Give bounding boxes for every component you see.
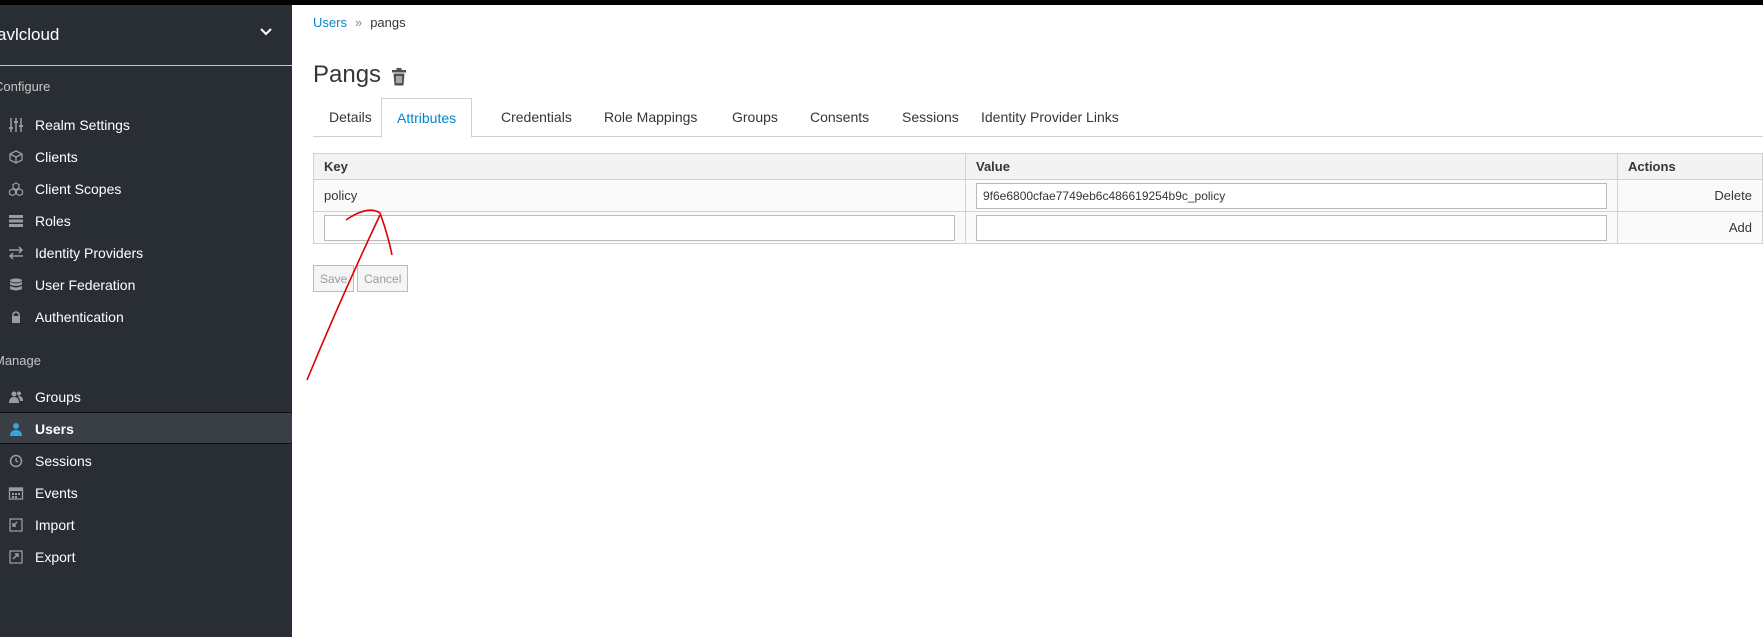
sidebar-item-users[interactable]: Users	[0, 412, 292, 444]
sidebar-item-label: Clients	[35, 149, 78, 165]
table-header-row: Key Value Actions	[313, 153, 1763, 180]
sidebar-item-label: Export	[35, 549, 76, 565]
sidebar-item-label: Import	[35, 517, 75, 533]
chevron-down-icon	[260, 28, 272, 36]
tab-attributes[interactable]: Attributes	[381, 98, 473, 138]
sidebar-item-sessions[interactable]: Sessions	[0, 445, 292, 477]
new-value-cell	[965, 211, 1618, 244]
attribute-value-cell	[965, 179, 1618, 212]
sidebar-item-client-scopes[interactable]: Client Scopes	[0, 173, 292, 205]
breadcrumb-users-link[interactable]: Users	[313, 15, 347, 30]
sidebar-item-user-federation[interactable]: User Federation	[0, 269, 292, 301]
user-tabs: Details Attributes Credentials Role Mapp…	[313, 98, 1763, 138]
list-icon	[9, 215, 23, 227]
realm-name: avlcloud	[0, 25, 60, 44]
sidebar-item-label: Events	[35, 485, 78, 501]
sidebar-item-label: User Federation	[35, 277, 136, 293]
new-key-cell	[313, 211, 966, 244]
tab-identity-provider-links[interactable]: Identity Provider Links	[981, 98, 1119, 137]
manage-section-label: Manage	[0, 353, 41, 368]
attribute-value-input[interactable]	[976, 182, 1607, 209]
tab-sessions[interactable]: Sessions	[902, 98, 959, 137]
sidebar-item-events[interactable]: Events	[0, 477, 292, 509]
sidebar-item-identity-providers[interactable]: Identity Providers	[0, 237, 292, 269]
column-header-value: Value	[965, 153, 1618, 180]
calendar-icon	[8, 487, 24, 500]
configure-section-label: Configure	[0, 79, 51, 94]
column-header-key: Key	[313, 153, 966, 180]
save-button[interactable]: Save	[313, 265, 355, 292]
add-attribute-button[interactable]: Add	[1617, 211, 1763, 244]
cancel-button[interactable]: Cancel	[357, 265, 409, 292]
breadcrumb: Users » pangs	[313, 15, 406, 30]
table-row-new: Add	[313, 211, 1763, 244]
clock-icon	[9, 454, 23, 468]
sidebar: avlcloud Configure Realm Settings Client…	[0, 5, 292, 637]
export-icon	[9, 550, 23, 564]
tab-details[interactable]: Details	[329, 98, 372, 137]
user-icon	[10, 423, 22, 436]
attribute-key-cell: policy	[313, 179, 966, 212]
column-header-actions: Actions	[1617, 153, 1763, 180]
main-content: Users » pangs Pangs Details Attributes Cre…	[292, 5, 1763, 637]
lock-icon	[12, 311, 20, 323]
table-row: policy Delete	[313, 179, 1763, 212]
sidebar-item-label: Client Scopes	[35, 181, 122, 197]
sidebar-item-import[interactable]: Import	[0, 509, 292, 541]
sidebar-item-clients[interactable]: Clients	[0, 141, 292, 173]
breadcrumb-separator: »	[354, 15, 363, 30]
sliders-icon	[9, 118, 23, 132]
attributes-table: Key Value Actions policy Delete Add	[313, 153, 1763, 244]
sidebar-item-label: Sessions	[35, 453, 92, 469]
sidebar-item-label: Roles	[35, 213, 71, 229]
trash-icon[interactable]	[391, 68, 407, 86]
exchange-icon	[8, 246, 24, 260]
sidebar-item-authentication[interactable]: Authentication	[0, 301, 292, 333]
tab-credentials[interactable]: Credentials	[501, 98, 572, 137]
delete-attribute-button[interactable]: Delete	[1617, 179, 1763, 212]
cubes-icon	[8, 182, 24, 196]
new-attribute-key-input[interactable]	[324, 214, 955, 241]
sidebar-item-export[interactable]: Export	[0, 541, 292, 573]
sidebar-item-label: Users	[35, 421, 74, 437]
sidebar-item-label: Groups	[35, 389, 81, 405]
realm-selector[interactable]: avlcloud	[0, 5, 292, 66]
import-icon	[9, 518, 23, 532]
database-icon	[10, 278, 22, 291]
users-icon	[9, 391, 23, 403]
tab-role-mappings[interactable]: Role Mappings	[604, 98, 697, 137]
sidebar-item-roles[interactable]: Roles	[0, 205, 292, 237]
breadcrumb-current: pangs	[370, 15, 406, 30]
page-title: Pangs	[313, 61, 382, 88]
sidebar-item-label: Realm Settings	[35, 117, 130, 133]
new-attribute-value-input[interactable]	[976, 214, 1607, 241]
cube-icon	[9, 150, 23, 164]
tab-consents[interactable]: Consents	[810, 98, 869, 137]
sidebar-item-realm-settings[interactable]: Realm Settings	[0, 109, 292, 141]
sidebar-item-label: Authentication	[35, 309, 124, 325]
tab-groups[interactable]: Groups	[732, 98, 778, 137]
sidebar-item-groups[interactable]: Groups	[0, 381, 292, 413]
sidebar-item-label: Identity Providers	[35, 245, 144, 261]
